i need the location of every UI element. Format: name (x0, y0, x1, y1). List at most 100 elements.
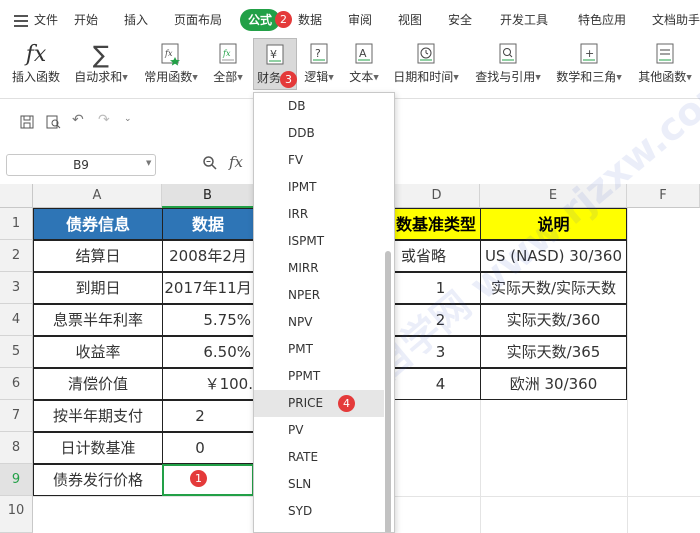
cell-b4[interactable]: 5.75% (162, 304, 254, 336)
row-header-4[interactable]: 4 (0, 304, 33, 336)
cell-a3[interactable]: 到期日 (33, 272, 163, 304)
select-all-corner[interactable] (0, 184, 33, 208)
column-header-a[interactable]: A (33, 184, 162, 208)
dropdown-item-ddb[interactable]: DDB (254, 120, 384, 147)
dropdown-item-mirr[interactable]: MIRR (254, 255, 384, 282)
common-functions-button[interactable]: fx 常用函数▼ (140, 42, 202, 92)
dropdown-item-fv[interactable]: FV (254, 147, 384, 174)
chevron-down-icon: ▼ (686, 73, 692, 82)
text-button[interactable]: A 文本▼ (344, 42, 384, 92)
column-header-b[interactable]: B (162, 184, 254, 208)
svg-text:fx: fx (164, 49, 173, 58)
cell-a7[interactable]: 按半年期支付 (33, 400, 163, 432)
other-functions-button[interactable]: 其他函数▼ (632, 42, 698, 92)
cell-e1[interactable]: 说明 (480, 208, 627, 240)
cell-a5[interactable]: 收益率 (33, 336, 163, 368)
tab-review[interactable]: 审阅 (348, 9, 372, 31)
cell-a4[interactable]: 息票半年利率 (33, 304, 163, 336)
cell-a9[interactable]: 债券发行价格 (33, 464, 163, 496)
dropdown-item-pv[interactable]: PV (254, 417, 384, 444)
cell-b2[interactable]: 2008年2月 (162, 240, 254, 272)
chevron-down-icon: ▼ (237, 73, 243, 82)
row-header-7[interactable]: 7 (0, 400, 33, 432)
dropdown-item-pmt[interactable]: PMT (254, 336, 384, 363)
dropdown-item-irr[interactable]: IRR (254, 201, 384, 228)
tab-home[interactable]: 开始 (74, 9, 98, 31)
cell-a8[interactable]: 日计数基准 (33, 432, 163, 464)
tab-doc-assistant[interactable]: 文档助手 (652, 9, 700, 31)
step-badge-1: 1 (190, 470, 207, 487)
print-preview-icon[interactable] (46, 114, 62, 133)
cell-b1[interactable]: 数据 (162, 208, 254, 240)
zoom-icon[interactable] (202, 155, 218, 175)
row-header-1[interactable]: 1 (0, 208, 33, 240)
dropdown-item-ppmt[interactable]: PPMT (254, 363, 384, 390)
autosum-button[interactable]: ∑ 自动求和▼ (70, 42, 132, 92)
undo-icon[interactable]: ↶ (72, 112, 84, 128)
cell-b9-selected[interactable] (162, 464, 254, 496)
row-header-8[interactable]: 8 (0, 432, 33, 464)
tab-view[interactable]: 视图 (398, 9, 422, 31)
cell-e2[interactable]: US (NASD) 30/360 (480, 240, 627, 272)
cell-e4[interactable]: 实际天数/360 (480, 304, 627, 336)
cell-e6[interactable]: 欧洲 30/360 (480, 368, 627, 400)
dropdown-item-rate[interactable]: RATE (254, 444, 384, 471)
cell-b5[interactable]: 6.50% (162, 336, 254, 368)
dropdown-item-npv[interactable]: NPV (254, 309, 384, 336)
cell-a1[interactable]: 债券信息 (33, 208, 163, 240)
customize-toolbar-icon[interactable]: ⌄ (124, 114, 132, 124)
math-trig-button[interactable]: + 数学和三角▼ (552, 42, 626, 92)
dropdown-item-db[interactable]: DB (254, 93, 384, 120)
cell-b3[interactable]: 2017年11月 (162, 272, 254, 304)
cell-d5[interactable]: 3 (394, 336, 481, 368)
dropdown-item-syd[interactable]: SYD (254, 498, 384, 525)
cell-b8[interactable]: 0 (162, 432, 254, 464)
column-header-f[interactable]: F (627, 184, 700, 208)
insert-function-button[interactable]: fx 插入函数 (8, 42, 64, 92)
tab-formulas[interactable]: 公式 (240, 9, 281, 31)
cell-b6[interactable]: ￥100. (162, 368, 254, 400)
tab-data[interactable]: 数据 (298, 9, 322, 31)
dropdown-item-sln[interactable]: SLN (254, 471, 384, 498)
column-header-e[interactable]: E (480, 184, 627, 208)
dropdown-item-price[interactable]: PRICE (254, 390, 384, 417)
tab-security[interactable]: 安全 (448, 9, 472, 31)
cell-a6[interactable]: 清偿价值 (33, 368, 163, 400)
name-box-dropdown-icon[interactable]: ▼ (146, 159, 151, 167)
tab-developer[interactable]: 开发工具 (500, 9, 548, 31)
name-box[interactable]: B9 (6, 154, 156, 176)
cell-d6[interactable]: 4 (394, 368, 481, 400)
menu-file[interactable]: 文件 (34, 9, 58, 31)
dropdown-scrollbar[interactable] (385, 251, 391, 532)
dropdown-item-nper[interactable]: NPER (254, 282, 384, 309)
cell-d1[interactable]: 数基准类型 (394, 208, 481, 240)
all-functions-button[interactable]: fx 全部▼ (208, 42, 248, 92)
row-header-2[interactable]: 2 (0, 240, 33, 272)
cell-e5[interactable]: 实际天数/365 (480, 336, 627, 368)
logical-button[interactable]: ? 逻辑▼ (300, 42, 338, 92)
tab-special-apps[interactable]: 特色应用 (578, 9, 626, 31)
cell-e3[interactable]: 实际天数/实际天数 (480, 272, 627, 304)
row-header-5[interactable]: 5 (0, 336, 33, 368)
row-header-6[interactable]: 6 (0, 368, 33, 400)
column-header-d[interactable]: D (394, 184, 480, 208)
cell-d3[interactable]: 1 (394, 272, 481, 304)
cell-d2[interactable]: 或省略 (394, 240, 481, 272)
dropdown-item-ispmt[interactable]: ISPMT (254, 228, 384, 255)
fx-button[interactable]: fx (229, 153, 243, 171)
row-header-3[interactable]: 3 (0, 272, 33, 304)
save-icon[interactable] (20, 114, 34, 133)
row-header-9[interactable]: 9 (0, 464, 33, 496)
redo-icon[interactable]: ↷ (98, 112, 110, 128)
lookup-reference-button[interactable]: 查找与引用▼ (470, 42, 546, 92)
cell-d4[interactable]: 2 (394, 304, 481, 336)
tab-page-layout[interactable]: 页面布局 (174, 9, 222, 31)
cell-b7[interactable]: 2 (162, 400, 254, 432)
hamburger-icon[interactable] (14, 15, 28, 27)
row-header-10[interactable]: 10 (0, 496, 33, 533)
dropdown-item-ipmt[interactable]: IPMT (254, 174, 384, 201)
cell-a2[interactable]: 结算日 (33, 240, 163, 272)
date-time-button[interactable]: 日期和时间▼ (390, 42, 462, 92)
tab-insert[interactable]: 插入 (124, 9, 148, 31)
magnifier-doc-icon (470, 42, 546, 68)
